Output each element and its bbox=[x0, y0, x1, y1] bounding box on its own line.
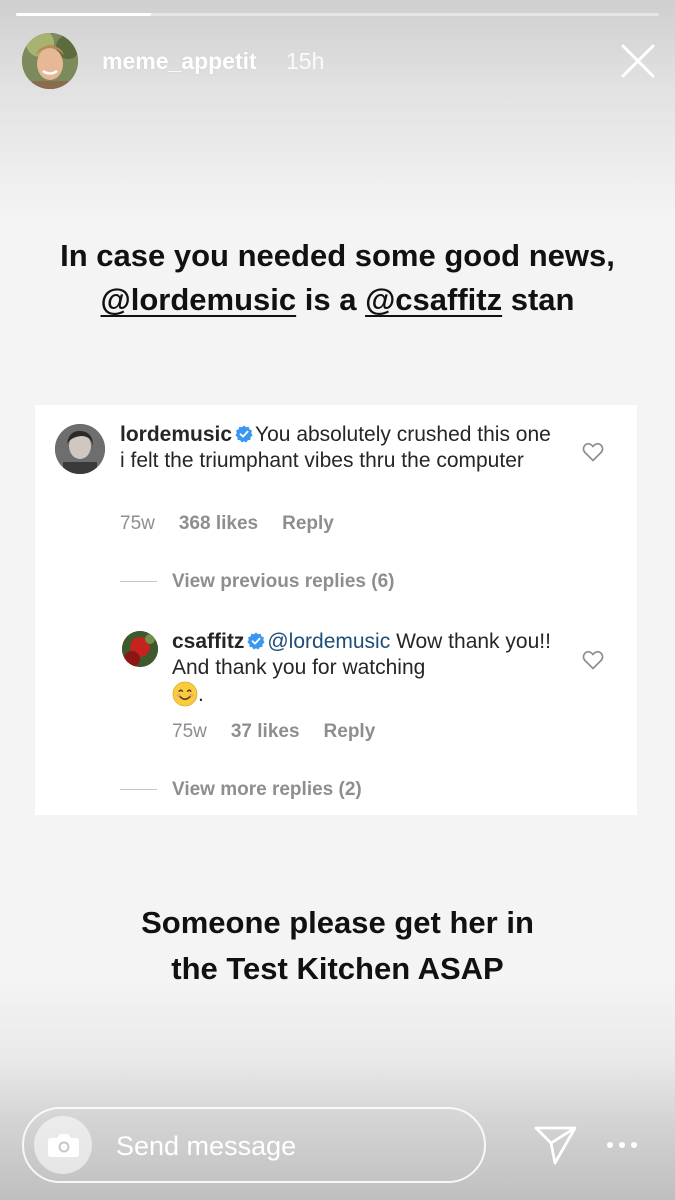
subline-line-2: the Test Kitchen ASAP bbox=[171, 951, 504, 986]
view-previous-label: View previous replies (6) bbox=[172, 571, 395, 592]
heart-icon[interactable] bbox=[582, 650, 604, 670]
camera-button[interactable] bbox=[34, 1116, 92, 1174]
message-input[interactable] bbox=[116, 1129, 456, 1163]
story-subline: Someone please get her in the Test Kitch… bbox=[0, 900, 675, 992]
heart-icon[interactable] bbox=[582, 442, 604, 462]
comment-avatar-lordemusic bbox=[55, 424, 105, 474]
headline-mention-csaffitz[interactable]: @csaffitz bbox=[365, 282, 502, 317]
view-more-label: View more replies (2) bbox=[172, 779, 362, 800]
send-button[interactable] bbox=[533, 1123, 579, 1167]
reply-button[interactable]: Reply bbox=[282, 513, 334, 534]
comment-lordemusic: lordemusic You absolutely crushed this on… bbox=[120, 422, 560, 474]
close-icon bbox=[621, 44, 655, 78]
camera-icon bbox=[48, 1134, 79, 1157]
more-icon bbox=[607, 1142, 637, 1148]
story-progress-fill bbox=[16, 13, 152, 16]
comment-meta: 75w 368 likes Reply bbox=[120, 513, 358, 535]
comment-body-end: . bbox=[198, 683, 204, 706]
send-icon bbox=[534, 1126, 577, 1165]
comment-meta: 75w 37 likes Reply bbox=[172, 721, 399, 743]
comment-csaffitz: csaffitz @lordemusic Wow thank you!! And … bbox=[172, 629, 562, 708]
story-progress-bar bbox=[16, 13, 659, 16]
more-options-button[interactable] bbox=[605, 1134, 639, 1156]
comment-mention[interactable]: @lordemusic bbox=[267, 630, 390, 653]
view-previous-replies-link[interactable]: View previous replies (6) bbox=[120, 571, 394, 593]
verified-badge-icon bbox=[247, 632, 265, 650]
send-message-bar bbox=[22, 1107, 486, 1183]
reply-button[interactable]: Reply bbox=[324, 721, 376, 742]
close-button[interactable] bbox=[617, 40, 659, 82]
verified-badge-icon bbox=[235, 425, 253, 443]
comment-screenshot-card: lordemusic You absolutely crushed this on… bbox=[35, 405, 637, 815]
comment-avatar-csaffitz bbox=[122, 631, 158, 667]
story-time: 15h bbox=[286, 48, 325, 74]
avatar[interactable] bbox=[22, 33, 78, 89]
comment-age: 75w bbox=[120, 513, 155, 534]
smiling-face-emoji-icon bbox=[172, 681, 198, 707]
headline-mention-lordemusic[interactable]: @lordemusic bbox=[101, 282, 297, 317]
comment-likes[interactable]: 37 likes bbox=[231, 721, 300, 742]
headline-line-1: In case you needed some good news, bbox=[60, 238, 615, 273]
subline-line-1: Someone please get her in bbox=[141, 905, 534, 940]
view-more-replies-link[interactable]: View more replies (2) bbox=[120, 779, 362, 801]
story-username[interactable]: meme_appetit bbox=[102, 48, 257, 75]
comment-username[interactable]: lordemusic bbox=[120, 423, 232, 446]
comment-username[interactable]: csaffitz bbox=[172, 630, 244, 653]
comment-likes[interactable]: 368 likes bbox=[179, 513, 258, 534]
story-headline: In case you needed some good news, @lord… bbox=[0, 234, 675, 322]
headline-text-end: stan bbox=[502, 282, 575, 317]
comment-age: 75w bbox=[172, 721, 207, 742]
headline-line-2: @lordemusic is a @csaffitz stan bbox=[0, 278, 675, 322]
headline-text: is a bbox=[296, 282, 366, 317]
